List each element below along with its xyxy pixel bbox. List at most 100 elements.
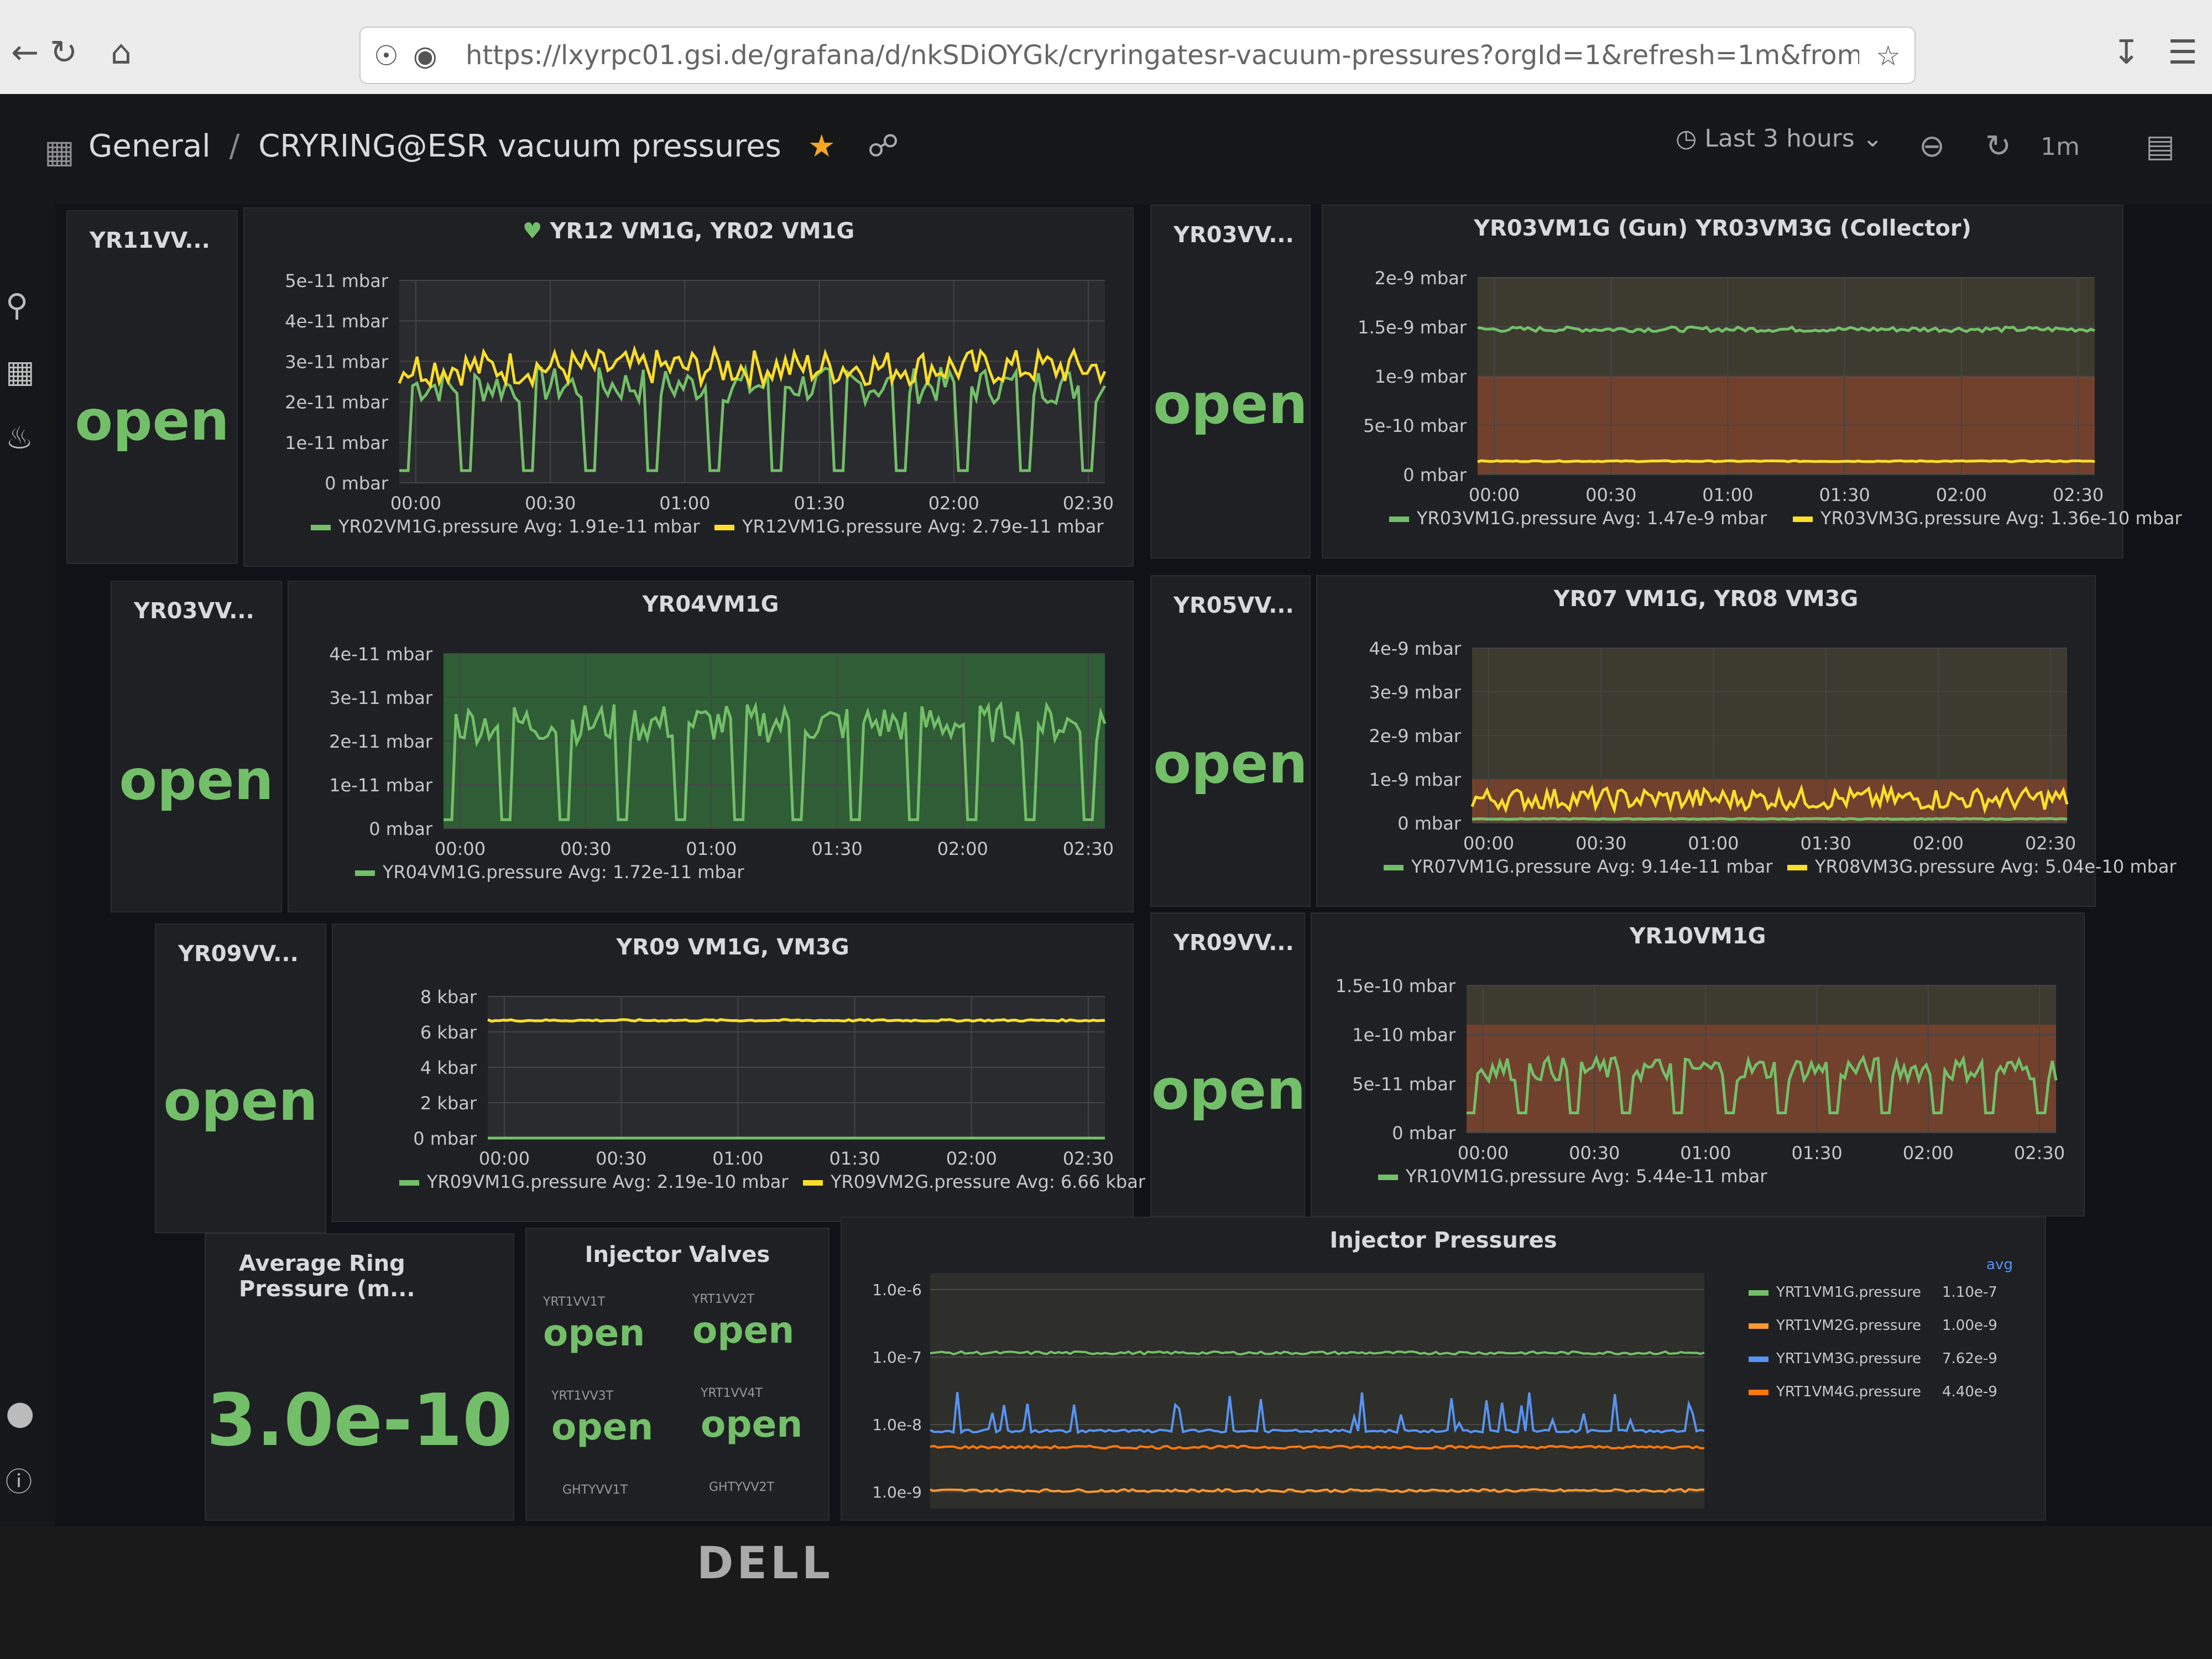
legend-name: YRT1VM1G.pressure [1776,1284,1921,1301]
chart-panel-yr09[interactable]: YR09 VM1G, VM3G 0 mbar 2 kbar 4 kbar 6 kbar… [332,924,1145,1222]
back-icon[interactable]: ← [11,33,39,72]
legend-item[interactable]: YR07VM1G.pressure Avg: 9.14e-11 mbar [1384,856,1773,877]
refresh-icon[interactable]: ↻ [1985,128,2011,164]
tv-mode-icon[interactable]: ▤ [2146,128,2175,164]
alerting-bell-icon[interactable]: ♨ [6,420,33,456]
stat-title: YR09VV... [178,941,299,967]
legend-swatch [399,1180,419,1186]
valve-value: open [543,1312,645,1354]
stat-panel-yr11vv[interactable]: YR11VV... open [66,210,238,564]
monitor-logo: DELL [697,1537,834,1589]
x-tick-label: 02:00 [928,493,979,514]
legend-swatch [1749,1290,1768,1296]
legend-item[interactable]: YR09VM2G.pressure Avg: 6.66 kbar [803,1171,1145,1192]
plot-background [930,1273,1704,1509]
stat-panel-yr03vv[interactable]: YR03VV... open [111,581,282,912]
legend-item[interactable]: YR09VM1G.pressure Avg: 2.19e-10 mbar [399,1171,789,1192]
chart-panel-yr03-gun-collector[interactable]: YR03VM1G (Gun) YR03VM3G (Collector) 0 mb… [1322,205,2182,559]
x-tick-label: 02:30 [2014,1142,2065,1164]
chart-panel-yr07-yr08[interactable]: YR07 VM1G, YR08 VM3G 0 mbar 1e-9 mbar 2e-9… [1316,575,2177,907]
address-bar[interactable]: ☉ ◉ https://lxyrpc01.gsi.de/grafana/d/nk… [359,27,1916,84]
help-icon[interactable]: ⓘ [6,1460,32,1499]
x-tick-label: 02:00 [1936,484,1987,505]
x-tick-label: 00:30 [1585,484,1636,505]
threshold-area [1472,779,2067,823]
legend-item[interactable]: YRT1VM3G.pressure 7.62e-9 [1749,1350,1997,1367]
chart-panel-injector-pressures[interactable]: Injector Pressures avg 1.0e-9 1.0e-8 1.0e-… [841,1217,2046,1521]
reload-icon[interactable]: ↻ [50,33,77,72]
x-tick-label: 02:30 [2025,833,2076,854]
legend-name: YR09VM1G.pressure [427,1171,613,1192]
lock-icon[interactable]: ◉ [413,40,437,72]
stat-title: Average Ring Pressure (m... [239,1251,415,1302]
legend-name: YR09VM2G.pressure [831,1171,1016,1192]
legend-avg: Avg: 1.36e-10 mbar [2006,508,2182,529]
legend-name: YR02VM1G.pressure [338,516,524,537]
x-tick-label: 01:30 [794,493,844,514]
stat-value: 3.0e-10 [206,1378,513,1462]
stat-panel-avg-ring-pressure[interactable]: Average Ring Pressure (m... 3.0e-10 [205,1233,514,1521]
download-icon[interactable]: ↧ [2112,33,2140,72]
stat-panel-yr03vv-2[interactable]: YR03VV... open [1150,205,1311,559]
legend-item[interactable]: YR12VM1G.pressure Avg: 2.79e-11 mbar [714,516,1104,537]
panel-injector-valves[interactable]: Injector Valves YRT1VV1T open YRT1VV2T o… [525,1228,830,1521]
legend-name: YR07VM1G.pressure [1411,856,1597,877]
legend-swatch [714,525,734,530]
y-tick-label: 1e-11 mbar [329,775,433,796]
stat-value: open [1153,372,1308,436]
legend-item[interactable]: YR02VM1G.pressure Avg: 1.91e-11 mbar [311,516,700,537]
legend-item[interactable]: YR10VM1G.pressure Avg: 5.44e-11 mbar [1378,1166,1767,1187]
menu-icon[interactable]: ☰ [2168,33,2198,72]
legend-name: YRT1VM2G.pressure [1776,1317,1921,1334]
user-avatar[interactable]: ● [6,1394,34,1432]
dashboards-icon[interactable]: ▦ [6,354,35,390]
stat-panel-yr05vv[interactable]: YR05VV... open [1150,575,1311,907]
chart-panel-yr10[interactable]: YR10VM1G 0 mbar 5e-11 mbar 1e-10 mbar 1.5e-… [1311,912,2085,1217]
x-tick-label: 01:30 [1819,484,1870,505]
url-text[interactable]: https://lxyrpc01.gsi.de/grafana/d/nkSDiO… [466,40,1859,71]
dashboards-grid-icon[interactable]: ▦ [44,133,75,170]
series-line-YR09VM2G.pressure [487,1018,1105,1023]
legend-item[interactable]: YR08VM3G.pressure Avg: 5.04e-10 mbar [1787,856,2177,877]
legend-item[interactable]: YRT1VM2G.pressure 1.00e-9 [1749,1317,1997,1334]
chart-panel-yr12-yr02[interactable]: ♥ YR12 VM1G, YR02 VM1G 0 mbar 1e-11 mbar 2… [243,207,1134,567]
zoom-out-icon[interactable]: ⊖ [1919,128,1945,164]
breadcrumb-home[interactable]: General [88,128,211,164]
x-tick-label: 01:30 [829,1148,880,1169]
monitor-bezel [0,1526,2212,1659]
legend-avg: Avg: 1.47e-9 mbar [1602,508,1767,529]
stat-panel-yr09vv[interactable]: YR09VV... open [155,924,326,1233]
series-line-YR07VM1G.pressure [1472,817,2068,821]
x-tick-label: 00:30 [1575,833,1626,854]
legend-item[interactable]: YRT1VM1G.pressure 1.10e-7 [1749,1284,1997,1301]
x-tick-label: 00:00 [435,838,486,859]
shield-icon[interactable]: ☉ [374,40,399,72]
legend-item[interactable]: YR04VM1G.pressure Avg: 1.72e-11 mbar [355,862,744,883]
x-tick-label: 00:00 [1469,484,1520,505]
valve-label: YRT1VV4T [701,1386,763,1400]
search-icon[interactable]: ⚲ [6,288,28,324]
favorite-star-icon[interactable]: ★ [808,128,836,164]
x-tick-label: 02:30 [1063,838,1114,859]
y-tick-label: 1e-9 mbar [1375,366,1467,387]
y-tick-label: 2e-11 mbar [329,731,433,752]
stat-value: open [163,1068,318,1133]
legend-avg: Avg: 9.14e-11 mbar [1597,856,1773,877]
dashboard-title[interactable]: CRYRING@ESR vacuum pressures [258,128,781,164]
legend-avg: Avg: 6.66 kbar [1016,1171,1145,1192]
y-tick-label: 1.5e-10 mbar [1335,975,1456,997]
x-tick-label: 01:00 [1702,484,1753,505]
legend-item[interactable]: YR03VM1G.pressure Avg: 1.47e-9 mbar [1389,508,1767,529]
legend-swatch [1787,865,1807,870]
home-icon[interactable]: ⌂ [111,33,132,72]
refresh-interval[interactable]: 1m [2041,133,2080,161]
chart-panel-yr04[interactable]: YR04VM1G 0 mbar 1e-11 mbar 2e-11 mbar 3e-11… [288,581,1134,912]
legend-avg: 1.00e-9 [1942,1317,1997,1334]
bookmark-star-icon[interactable]: ☆ [1876,40,1901,72]
time-range-picker[interactable]: ◷ Last 3 hours ⌄ [1676,124,1883,174]
share-icon[interactable]: ☍ [868,128,899,164]
stat-panel-yr09vv-2[interactable]: YR09VV... open [1150,912,1306,1217]
legend-item[interactable]: YR03VM3G.pressure Avg: 1.36e-10 mbar [1793,508,2182,529]
legend-item[interactable]: YRT1VM4G.pressure 4.40e-9 [1749,1384,1997,1400]
x-tick-label: 01:00 [1680,1142,1731,1164]
